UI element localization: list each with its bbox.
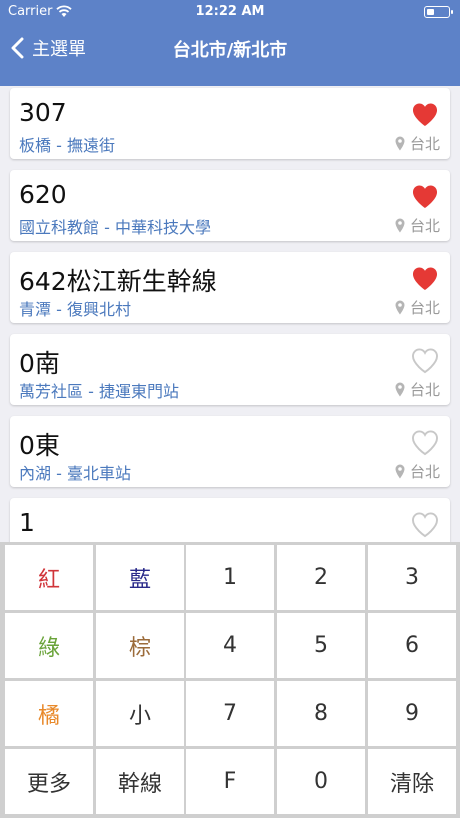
heart-outline-icon[interactable]	[411, 512, 439, 538]
route-stops: 國立科教館 - 中華科技大學	[19, 218, 211, 237]
keypad-key[interactable]: 橘	[5, 681, 93, 746]
heart-filled-icon[interactable]	[411, 184, 439, 210]
keypad-key[interactable]: 4	[186, 613, 274, 678]
route-number: 0南	[19, 349, 60, 378]
keypad-key[interactable]: 6	[368, 613, 456, 678]
keypad-key[interactable]: 更多	[5, 749, 93, 814]
city-tag: 台北	[395, 133, 440, 154]
heart-filled-icon[interactable]	[411, 102, 439, 128]
location-pin-icon	[395, 300, 405, 315]
heart-outline-icon[interactable]	[411, 348, 439, 374]
keypad-key[interactable]: 7	[186, 681, 274, 746]
route-stops: 板橋 - 撫遠街	[19, 136, 115, 155]
city-tag: 台北	[395, 297, 440, 318]
route-stops: 內湖 - 臺北車站	[19, 464, 131, 483]
battery-level	[427, 9, 434, 15]
route-row[interactable]: 0東內湖 - 臺北車站 台北	[10, 416, 450, 487]
city-label: 台北	[409, 381, 440, 399]
heart-outline-icon[interactable]	[411, 430, 439, 456]
nav-bar: 主選單 台北市/新北市	[0, 24, 460, 86]
keypad-key[interactable]: 2	[277, 545, 365, 610]
route-number: 642松江新生幹線	[19, 267, 217, 296]
keypad-key[interactable]: 紅	[5, 545, 93, 610]
heart-filled-icon[interactable]	[411, 266, 439, 292]
keypad-key[interactable]: 3	[368, 545, 456, 610]
route-row[interactable]: 642松江新生幹線青潭 - 復興北村 台北	[10, 252, 450, 323]
location-pin-icon	[395, 382, 405, 397]
route-row[interactable]: 0南萬芳社區 - 捷運東門站 台北	[10, 334, 450, 405]
route-number: 1	[19, 508, 35, 537]
route-keypad: 紅藍 1 2 3 綠棕 4 5 6 橘小 7 8 9 更多 幹線 F 0 清除	[0, 542, 460, 818]
status-time: 12:22 AM	[195, 4, 265, 19]
city-tag: 台北	[395, 461, 440, 482]
keypad-key[interactable]: 藍	[96, 545, 184, 610]
keypad-key[interactable]: 綠	[5, 613, 93, 678]
location-pin-icon	[395, 464, 405, 479]
header-bar: Carrier 12:22 AM 主選單 台北市/新北市	[0, 0, 460, 86]
city-tag: 台北	[395, 379, 440, 400]
keypad-key[interactable]: 棕	[96, 613, 184, 678]
status-bar: Carrier 12:22 AM	[0, 0, 460, 24]
keypad-key[interactable]: 5	[277, 613, 365, 678]
city-label: 台北	[409, 463, 440, 481]
keypad-key[interactable]: 清除	[368, 749, 456, 814]
city-tag: 台北	[395, 215, 440, 236]
route-number: 0東	[19, 431, 60, 460]
route-row[interactable]: 620 國立科教館 - 中華科技大學 台北	[10, 170, 450, 241]
keypad-key[interactable]: 1	[186, 545, 274, 610]
keypad-key[interactable]: 9	[368, 681, 456, 746]
city-label: 台北	[409, 135, 440, 153]
keypad-key[interactable]: 0	[277, 749, 365, 814]
location-pin-icon	[395, 218, 405, 233]
city-label: 台北	[409, 217, 440, 235]
route-stops: 青潭 - 復興北村	[19, 300, 131, 319]
route-number: 620	[19, 180, 67, 209]
keypad-key[interactable]: 幹線	[96, 749, 184, 814]
location-pin-icon	[395, 136, 405, 151]
page-title: 台北市/新北市	[172, 40, 288, 61]
keypad-key[interactable]: 8	[277, 681, 365, 746]
keypad-key[interactable]: F	[186, 749, 274, 814]
keypad-key[interactable]: 小	[96, 681, 184, 746]
route-row[interactable]: 307 板橋 - 撫遠街 台北	[10, 88, 450, 159]
route-list[interactable]: 307 板橋 - 撫遠街 台北 620 國立科教館 - 中華科技大學 台北 642松江新生幹…	[0, 86, 460, 542]
city-label: 台北	[409, 299, 440, 317]
route-row[interactable]: 1	[10, 498, 450, 542]
battery-icon	[424, 6, 453, 18]
route-number: 307	[19, 98, 67, 127]
route-stops: 萬芳社區 - 捷運東門站	[19, 382, 179, 401]
